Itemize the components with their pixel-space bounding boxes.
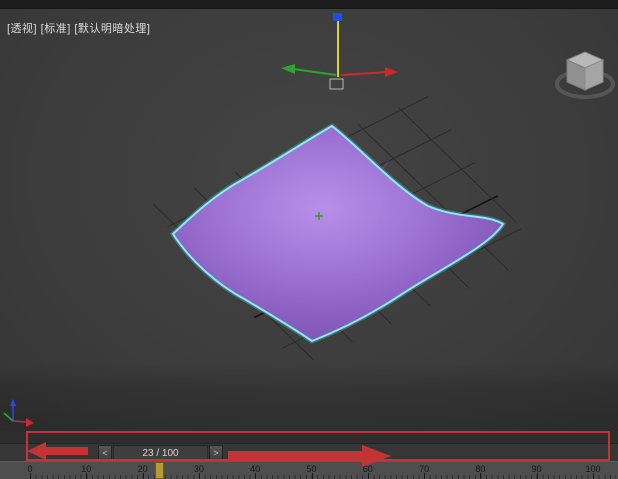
ruler-tick-mark: [255, 473, 256, 479]
ruler-tick-mark: [424, 473, 425, 479]
ruler-tick-mark: [593, 473, 594, 479]
frame-counter[interactable]: 23 / 100: [113, 445, 208, 461]
ruler-tick-mark: [86, 473, 87, 479]
time-slider-track[interactable]: < 23 / 100 >: [0, 443, 618, 461]
ruler-tick-mark: [368, 473, 369, 479]
ruler-tick-mark: [480, 473, 481, 479]
time-slider-handle[interactable]: < 23 / 100 >: [98, 445, 223, 461]
app-window: [透视] [标准] [默认明暗处理]: [0, 0, 618, 479]
ruler-tick-mark: [199, 473, 200, 479]
timeline-area: < 23 / 100 > 0102030405060708090100: [0, 431, 618, 479]
viewport-label[interactable]: [透视] [标准] [默认明暗处理]: [7, 20, 150, 36]
viewport[interactable]: [0, 8, 618, 431]
ruler-tick-mark: [537, 473, 538, 479]
ruler-tick-mark: [143, 473, 144, 479]
ruler-tick-mark: [312, 473, 313, 479]
next-frame-button[interactable]: >: [209, 445, 223, 461]
top-bar: [0, 0, 618, 9]
time-caret[interactable]: [155, 462, 164, 479]
time-ruler[interactable]: 0102030405060708090100: [0, 461, 618, 479]
ruler-tick-mark: [30, 473, 31, 479]
prev-frame-button[interactable]: <: [98, 445, 112, 461]
